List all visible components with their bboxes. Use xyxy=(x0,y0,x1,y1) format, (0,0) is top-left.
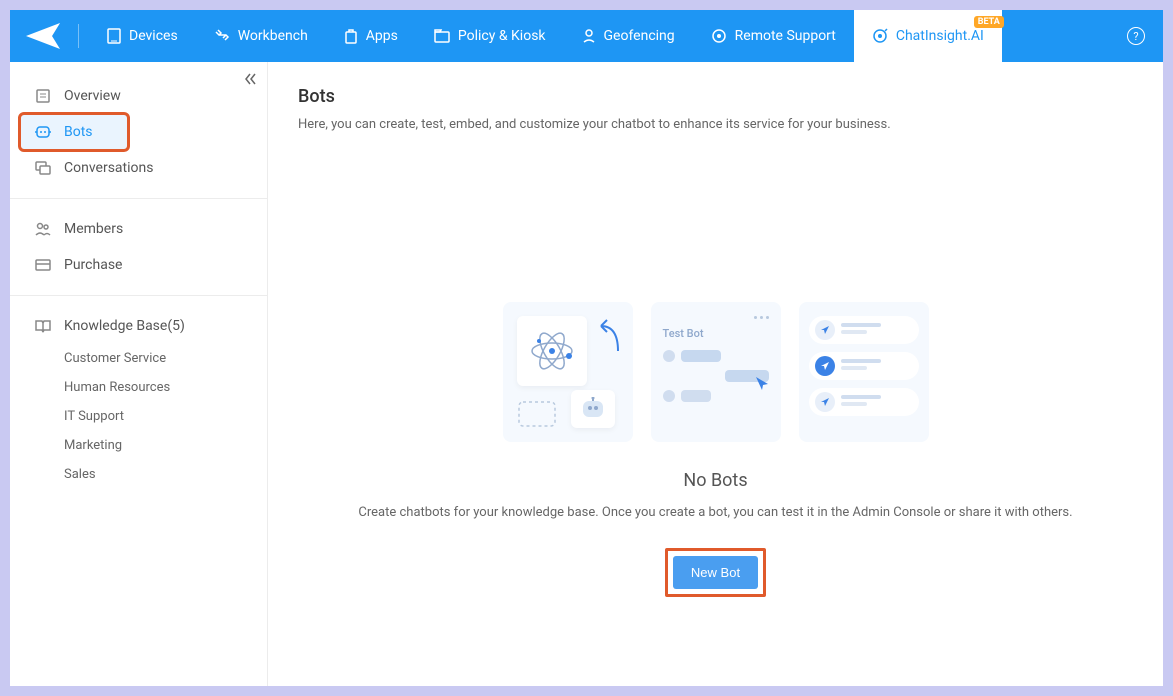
illus-test: Test Bot xyxy=(651,302,781,442)
nav-right: ? xyxy=(1127,27,1163,45)
card-icon xyxy=(34,258,52,272)
wrench-icon xyxy=(214,28,230,44)
nav-workbench[interactable]: Workbench xyxy=(196,10,326,62)
sidebar-bots[interactable]: Bots xyxy=(20,114,128,150)
page-title: Bots xyxy=(298,86,1133,107)
nav-label: Apps xyxy=(366,28,398,44)
kb-item[interactable]: Sales xyxy=(64,460,257,489)
sidebar-label: Conversations xyxy=(64,160,153,176)
logo[interactable] xyxy=(10,10,78,62)
sidebar: Overview Bots Conversations xyxy=(10,62,268,686)
send-icon xyxy=(820,361,830,371)
nav-apps[interactable]: Apps xyxy=(326,10,416,62)
folder-icon xyxy=(434,29,450,43)
nav-label: Geofencing xyxy=(604,28,675,44)
side-group-kb: Knowledge Base(5) Customer Service Human… xyxy=(10,300,267,497)
side-group-main: Overview Bots Conversations xyxy=(10,70,267,194)
illustration-row: Test Bot xyxy=(503,302,929,442)
empty-title: No Bots xyxy=(683,470,747,491)
tablet-icon xyxy=(107,28,121,44)
help-icon[interactable]: ? xyxy=(1127,27,1145,45)
book-icon xyxy=(34,319,52,333)
nav-devices[interactable]: Devices xyxy=(89,10,196,62)
sidebar-label: Overview xyxy=(64,88,121,104)
nav-label: Remote Support xyxy=(735,28,836,44)
sidebar-overview[interactable]: Overview xyxy=(20,78,257,114)
sidebar-label: Bots xyxy=(64,124,93,140)
chevron-double-left-icon xyxy=(243,72,257,86)
members-icon xyxy=(34,222,52,236)
kb-item[interactable]: Human Resources xyxy=(64,373,257,402)
send-icon xyxy=(820,397,830,407)
main-content: Bots Here, you can create, test, embed, … xyxy=(268,62,1163,686)
kb-item[interactable]: Customer Service xyxy=(64,344,257,373)
nav-remote[interactable]: Remote Support xyxy=(693,10,854,62)
kb-item[interactable]: IT Support xyxy=(64,402,257,431)
cursor-icon xyxy=(753,374,773,394)
page-description: Here, you can create, test, embed, and c… xyxy=(298,117,1133,132)
logo-icon xyxy=(24,21,64,51)
arrow-curve-icon xyxy=(593,316,623,356)
globe-icon xyxy=(711,28,727,44)
sidebar-divider xyxy=(10,198,267,199)
bot-icon xyxy=(34,125,52,139)
side-group-admin: Members Purchase xyxy=(10,203,267,291)
body-area: Overview Bots Conversations xyxy=(10,62,1163,686)
illus-share xyxy=(799,302,929,442)
nav-chatinsight[interactable]: ChatInsight.AI BETA xyxy=(854,10,1002,62)
sidebar-members[interactable]: Members xyxy=(20,211,257,247)
kb-children: Customer Service Human Resources IT Supp… xyxy=(20,344,257,489)
send-icon xyxy=(820,325,830,335)
test-bot-label: Test Bot xyxy=(663,327,769,340)
new-bot-button[interactable]: New Bot xyxy=(673,556,758,589)
kb-item[interactable]: Marketing xyxy=(64,431,257,460)
bag-icon xyxy=(344,28,358,44)
nav-geofencing[interactable]: Geofencing xyxy=(564,10,693,62)
nav-label: Devices xyxy=(129,28,178,44)
nav-policy[interactable]: Policy & Kiosk xyxy=(416,10,564,62)
sidebar-label: Members xyxy=(64,221,123,237)
nav-label: Policy & Kiosk xyxy=(458,28,546,44)
sidebar-conversations[interactable]: Conversations xyxy=(20,150,257,186)
top-nav: Devices Workbench Apps Policy & Kiosk Ge… xyxy=(10,10,1163,62)
atom-icon xyxy=(527,326,577,376)
nav-label: ChatInsight.AI xyxy=(896,28,984,44)
robot-face-icon xyxy=(579,397,607,421)
nav-label: Workbench xyxy=(238,28,308,44)
collapse-sidebar-button[interactable] xyxy=(243,72,257,90)
illus-configure xyxy=(503,302,633,442)
sidebar-purchase[interactable]: Purchase xyxy=(20,247,257,283)
pin-icon xyxy=(582,28,596,44)
sidebar-divider xyxy=(10,295,267,296)
empty-description: Create chatbots for your knowledge base.… xyxy=(358,505,1072,520)
beta-badge: BETA xyxy=(974,16,1004,28)
nav-items: Devices Workbench Apps Policy & Kiosk Ge… xyxy=(79,10,1127,62)
dashed-box-icon xyxy=(517,400,557,428)
overview-icon xyxy=(34,88,52,104)
chat-icon xyxy=(34,160,52,176)
sidebar-knowledge-base[interactable]: Knowledge Base(5) xyxy=(20,308,257,344)
sidebar-label: Knowledge Base(5) xyxy=(64,318,185,334)
new-bot-highlight: New Bot xyxy=(665,548,766,597)
target-icon xyxy=(872,28,888,44)
sidebar-label: Purchase xyxy=(64,257,122,273)
empty-state: Test Bot xyxy=(298,302,1133,597)
app-frame: Devices Workbench Apps Policy & Kiosk Ge… xyxy=(10,10,1163,686)
